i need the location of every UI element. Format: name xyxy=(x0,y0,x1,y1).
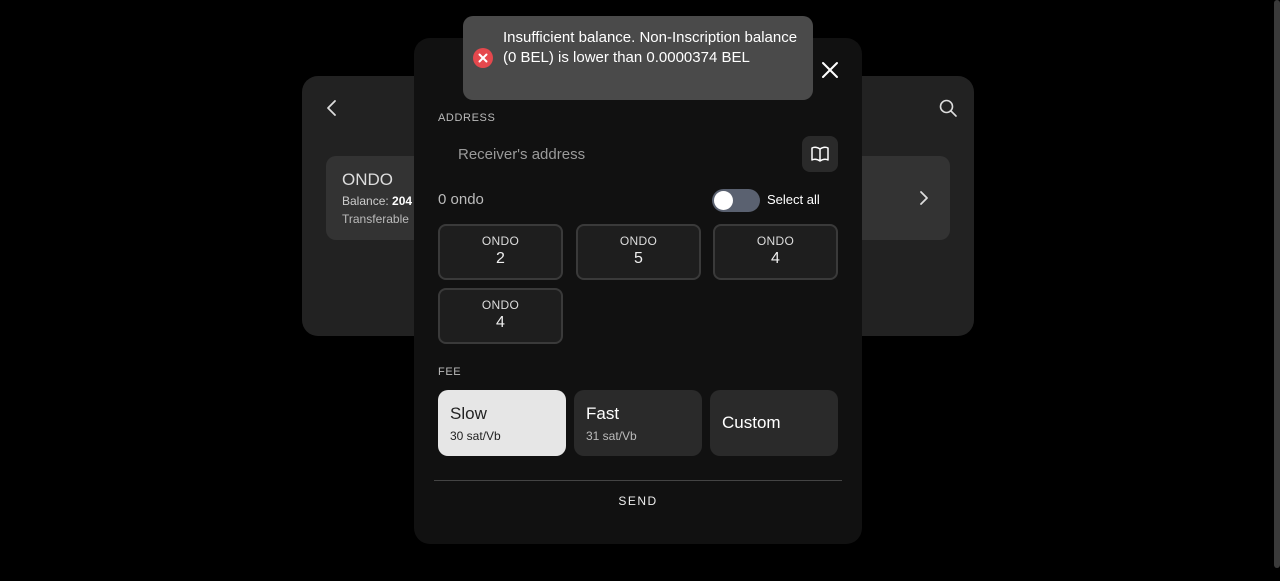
fee-option-fast[interactable]: Fast 31 sat/Vb xyxy=(574,390,702,456)
token-balance: Balance: 204 xyxy=(342,194,412,208)
send-button[interactable]: SEND xyxy=(434,488,842,514)
fee-section-label: FEE xyxy=(438,366,462,378)
inscription-card[interactable]: ONDO 4 xyxy=(713,224,838,280)
receiver-address-input[interactable] xyxy=(438,136,798,172)
inscription-amount: 4 xyxy=(496,314,505,331)
token-balance-value: 204 xyxy=(392,194,413,208)
token-transferable-label: Transferable xyxy=(342,212,409,226)
token-name: ONDO xyxy=(342,170,393,189)
error-icon xyxy=(473,48,493,68)
inscription-card[interactable]: ONDO 5 xyxy=(576,224,701,280)
inscription-amount: 2 xyxy=(496,250,505,267)
inscription-amount: 5 xyxy=(634,250,643,267)
address-section-label: ADDRESS xyxy=(438,112,496,124)
fee-title: Slow xyxy=(450,404,487,423)
fee-title: Custom xyxy=(722,413,781,432)
divider xyxy=(434,480,842,481)
inscription-card[interactable]: ONDO 2 xyxy=(438,224,563,280)
error-toast: Insufficient balance. Non-Inscription ba… xyxy=(463,16,813,100)
inscription-tick: ONDO xyxy=(756,234,795,248)
fee-option-custom[interactable]: Custom xyxy=(710,390,838,456)
toggle-knob xyxy=(714,191,733,210)
search-icon[interactable] xyxy=(938,98,958,118)
inscription-card[interactable]: ONDO 4 xyxy=(438,288,563,344)
select-all-label: Select all xyxy=(767,192,820,207)
close-icon[interactable] xyxy=(818,58,842,82)
fee-title: Fast xyxy=(586,404,620,423)
chevron-right-icon xyxy=(916,188,932,208)
inscription-amount: 4 xyxy=(771,250,780,267)
select-all-toggle[interactable] xyxy=(712,189,760,212)
inscription-tick: ONDO xyxy=(481,298,520,312)
token-balance-label: Balance: xyxy=(342,194,389,208)
fee-rate: 30 sat/Vb xyxy=(450,429,501,443)
back-icon[interactable] xyxy=(322,98,342,118)
fee-rate: 31 sat/Vb xyxy=(586,429,637,443)
page-scrollbar[interactable] xyxy=(1274,0,1280,568)
send-inscription-modal: ADDRESS 0 ondo Select all ONDO 2 ONDO 5 … xyxy=(414,38,862,544)
fee-option-slow[interactable]: Slow 30 sat/Vb xyxy=(438,390,566,456)
toast-message: Insufficient balance. Non-Inscription ba… xyxy=(503,29,798,66)
book-icon xyxy=(811,146,829,162)
address-row xyxy=(438,136,838,172)
inscription-tick: ONDO xyxy=(481,234,520,248)
inscription-tick: ONDO xyxy=(619,234,658,248)
address-book-button[interactable] xyxy=(802,136,838,172)
selected-count: 0 ondo xyxy=(438,191,484,208)
